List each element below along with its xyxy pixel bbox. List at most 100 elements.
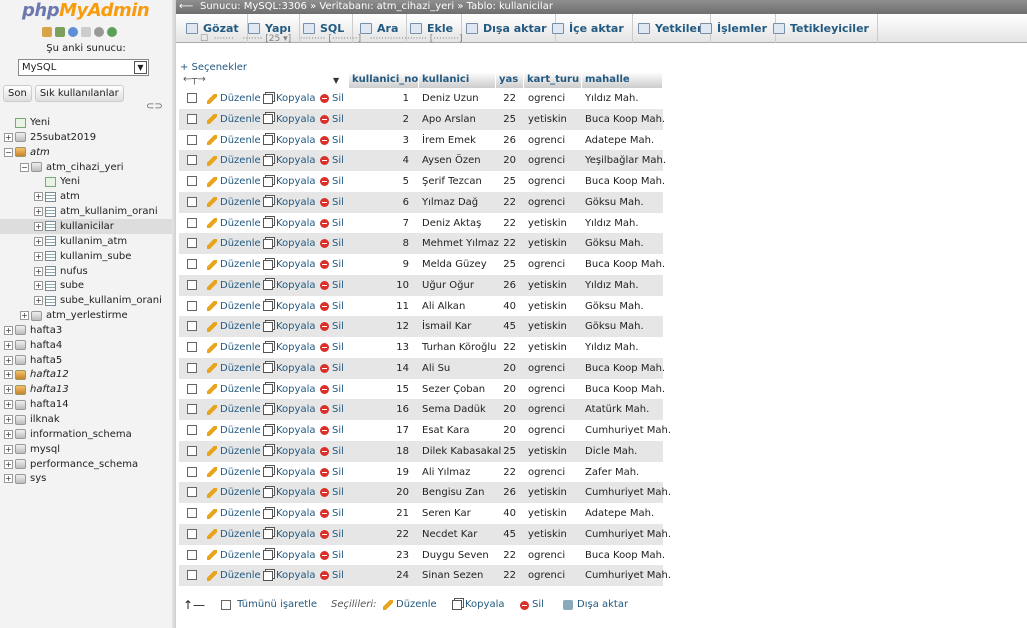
cell-kullanici-no[interactable]: 5 <box>349 171 409 192</box>
row-checkbox[interactable] <box>187 445 197 456</box>
copy-row-link[interactable]: Kopyala <box>263 109 315 130</box>
cell-kart-turu[interactable]: ogrenci <box>528 130 583 151</box>
bulk-export-button[interactable]: Dışa aktar <box>563 596 628 614</box>
tree-item[interactable]: + sys <box>4 471 46 486</box>
home-icon[interactable] <box>42 27 52 37</box>
cell-mahalle[interactable]: Yıldız Mah. <box>585 337 665 358</box>
delete-row-link[interactable]: Sil <box>320 109 344 130</box>
cell-mahalle[interactable]: Cumhuriyet Mah. <box>585 524 671 545</box>
cell-kullanici[interactable]: Şerif Tezcan <box>422 171 502 192</box>
tree-item[interactable]: + hafta5 <box>4 353 62 368</box>
nav-resizer[interactable] <box>172 0 176 628</box>
copy-row-link[interactable]: Kopyala <box>263 503 315 524</box>
expand-icon[interactable]: + <box>4 132 13 142</box>
cell-kullanici-no[interactable]: 16 <box>349 399 409 420</box>
copy-row-link[interactable]: Kopyala <box>263 379 315 400</box>
edit-row-link[interactable]: Düzenle <box>207 358 261 379</box>
delete-row-link[interactable]: Sil <box>320 254 344 275</box>
tab-export[interactable]: Dışa aktar <box>460 14 556 43</box>
cell-yas[interactable]: 22 <box>496 337 516 358</box>
cell-kart-turu[interactable]: yetiskin <box>528 503 583 524</box>
logout-icon[interactable] <box>55 27 65 37</box>
tree-item[interactable]: Yeni <box>34 174 80 189</box>
expand-icon[interactable]: + <box>4 340 13 350</box>
tree-item[interactable]: + ilknak <box>4 412 60 427</box>
delete-row-link[interactable]: Sil <box>320 482 344 503</box>
cell-kart-turu[interactable]: ogrenci <box>528 399 583 420</box>
cell-kullanici[interactable]: Duygu Seven <box>422 545 502 566</box>
tree-item[interactable]: + hafta4 <box>4 338 62 353</box>
row-checkbox[interactable] <box>187 425 197 435</box>
sort-caret-icon[interactable]: ▼ <box>333 76 339 85</box>
copy-row-link[interactable]: Kopyala <box>263 233 315 254</box>
edit-row-link[interactable]: Düzenle <box>207 379 261 400</box>
copy-row-link[interactable]: Kopyala <box>263 441 315 462</box>
cell-kullanici[interactable]: Seren Kar <box>422 503 502 524</box>
cell-kullanici[interactable]: Bengisu Zan <box>422 482 502 503</box>
delete-row-link[interactable]: Sil <box>320 503 344 524</box>
settings-icon[interactable] <box>94 27 104 37</box>
cell-kullanici-no[interactable]: 8 <box>349 233 409 254</box>
row-checkbox[interactable] <box>187 176 197 186</box>
tree-item[interactable]: + kullanim_sube <box>34 249 131 264</box>
tree-item[interactable]: + atm_yerlestirme <box>20 308 128 323</box>
tree-item[interactable]: + nufus <box>34 264 88 279</box>
expand-icon[interactable]: + <box>34 251 43 261</box>
edit-row-link[interactable]: Düzenle <box>207 275 261 296</box>
delete-row-link[interactable]: Sil <box>320 213 344 234</box>
tree-item[interactable]: + mysql <box>4 442 60 457</box>
cell-mahalle[interactable]: Adatepe Mah. <box>585 130 665 151</box>
edit-row-link[interactable]: Düzenle <box>207 399 261 420</box>
copy-row-link[interactable]: Kopyala <box>263 88 315 109</box>
row-checkbox[interactable] <box>187 134 197 145</box>
reload-icon[interactable] <box>107 27 117 37</box>
delete-row-link[interactable]: Sil <box>320 420 344 441</box>
cell-kart-turu[interactable]: ogrenci <box>528 545 583 566</box>
cell-kullanici[interactable]: Apo Arslan <box>422 109 502 130</box>
cell-mahalle[interactable]: Göksu Mah. <box>585 316 665 337</box>
cell-kullanici-no[interactable]: 10 <box>349 275 409 296</box>
edit-row-link[interactable]: Düzenle <box>207 192 261 213</box>
copy-row-link[interactable]: Kopyala <box>263 358 315 379</box>
breadcrumb[interactable]: Sunucu: MySQL:3306 » Veritabanı: atm_cih… <box>200 0 553 14</box>
tree-item[interactable]: +25subat2019 <box>4 130 96 145</box>
copy-row-link[interactable]: Kopyala <box>263 192 315 213</box>
cell-mahalle[interactable]: Zafer Mah. <box>585 462 665 483</box>
copy-row-link[interactable]: Kopyala <box>263 171 315 192</box>
cell-mahalle[interactable]: Buca Koop Mah. <box>585 545 665 566</box>
copy-row-link[interactable]: Kopyala <box>263 254 315 275</box>
row-checkbox[interactable] <box>187 362 197 373</box>
edit-row-link[interactable]: Düzenle <box>207 462 261 483</box>
edit-row-link[interactable]: Düzenle <box>207 109 261 130</box>
edit-row-link[interactable]: Düzenle <box>207 213 261 234</box>
cell-kart-turu[interactable]: yetiskin <box>528 316 583 337</box>
column-header-yas[interactable]: yas <box>496 72 524 88</box>
cell-kullanici-no[interactable]: 6 <box>349 192 409 213</box>
edit-row-link[interactable]: Düzenle <box>207 503 261 524</box>
cell-yas[interactable]: 26 <box>496 130 516 151</box>
cell-yas[interactable]: 26 <box>496 275 516 296</box>
bulk-copy-button[interactable]: Kopyala <box>452 596 504 614</box>
cell-kullanici[interactable]: Uğur Oğur <box>422 275 502 296</box>
cell-mahalle[interactable]: Buca Koop Mah. <box>585 109 665 130</box>
cell-yas[interactable]: 25 <box>496 109 516 130</box>
cell-kullanici-no[interactable]: 12 <box>349 316 409 337</box>
phpmyadmin-logo[interactable]: phpMyAdmin <box>22 0 150 21</box>
cell-yas[interactable]: 22 <box>496 462 516 483</box>
expand-icon[interactable]: + <box>34 236 43 246</box>
cell-mahalle[interactable]: Adatepe Mah. <box>585 503 665 524</box>
cell-mahalle[interactable]: Cumhuriyet Mah. <box>585 565 671 586</box>
cell-yas[interactable]: 25 <box>496 171 516 192</box>
cell-kullanici[interactable]: Aysen Özen <box>422 150 502 171</box>
copy-row-link[interactable]: Kopyala <box>263 420 315 441</box>
row-checkbox[interactable] <box>187 528 197 539</box>
cell-yas[interactable]: 25 <box>496 254 516 275</box>
expand-icon[interactable]: + <box>4 415 13 424</box>
cell-yas[interactable]: 20 <box>496 358 516 379</box>
expand-icon[interactable]: + <box>4 370 13 380</box>
copy-row-link[interactable]: Kopyala <box>263 337 315 358</box>
expand-icon[interactable]: + <box>34 207 43 217</box>
cell-kart-turu[interactable]: yetiskin <box>528 233 583 254</box>
cell-kullanici[interactable]: Dilek Kabasakal <box>422 441 502 462</box>
cell-kullanici-no[interactable]: 9 <box>349 254 409 275</box>
